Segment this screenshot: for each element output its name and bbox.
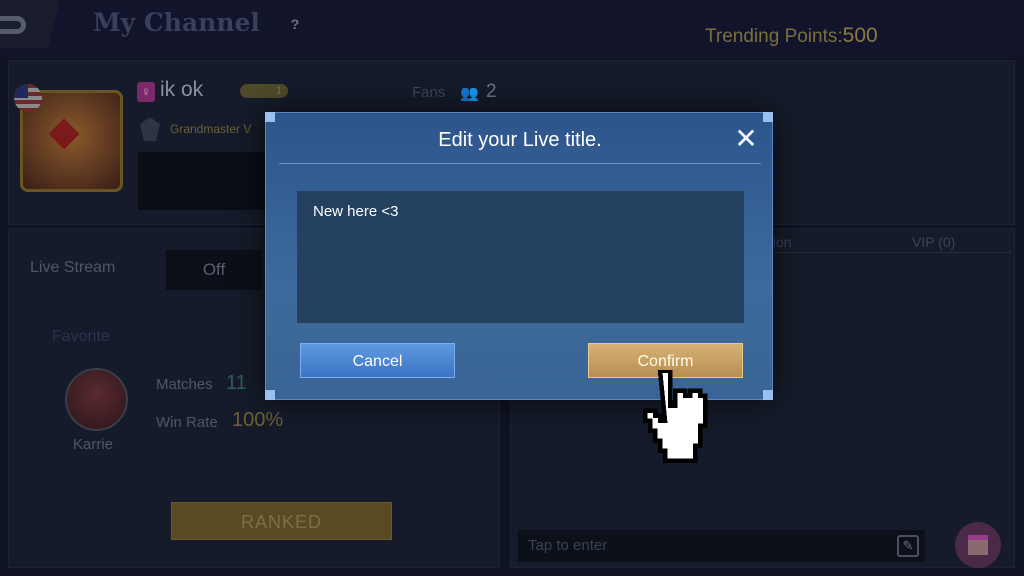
gift-icon <box>968 535 988 555</box>
live-title-input[interactable]: New here <3 <box>297 191 744 323</box>
edit-title-dialog: Edit your Live title. ✕ New here <3 Canc… <box>265 112 773 400</box>
live-stream-label: Live Stream <box>30 259 116 276</box>
dialog-divider <box>279 163 761 164</box>
favorite-label: Favorite <box>52 328 110 345</box>
tab-vip[interactable]: VIP (0) <box>912 234 955 250</box>
trending-value: 500 <box>842 24 878 47</box>
dialog-title: Edit your Live title. <box>438 129 602 151</box>
ranked-button[interactable]: RANKED <box>171 502 392 540</box>
fans-icon: 👥 <box>460 85 479 102</box>
cancel-button[interactable]: Cancel <box>300 343 455 378</box>
trending-label: Trending Points: <box>705 26 843 47</box>
hero-avatar[interactable] <box>65 368 128 431</box>
edit-icon[interactable]: ✎ <box>897 535 919 557</box>
gift-button[interactable] <box>955 522 1001 568</box>
trending-points: Trending Points:500 <box>705 24 878 48</box>
back-icon <box>0 16 26 34</box>
hand-cursor-icon <box>642 370 708 463</box>
fans-label: Fans <box>412 84 446 101</box>
dialog-corner <box>265 390 275 400</box>
close-icon[interactable]: ✕ <box>732 125 760 153</box>
hero-name: Karrie <box>73 436 114 453</box>
live-stream-toggle[interactable]: Off <box>166 250 262 290</box>
fans-count: 2 <box>486 81 497 102</box>
chat-input[interactable]: Tap to enter <box>518 530 925 562</box>
matches-value: 11 <box>226 372 247 394</box>
page-title: My Channel <box>93 8 260 37</box>
win-rate-value: 100% <box>232 409 284 431</box>
dialog-corner <box>763 112 773 122</box>
heart-icon <box>48 118 80 150</box>
level-badge: 1 <box>240 84 288 98</box>
rank-label: Grandmaster V <box>170 122 252 136</box>
dialog-corner <box>265 112 275 122</box>
dialog-corner <box>763 390 773 400</box>
player-name: ik ok <box>160 78 204 101</box>
matches-label: Matches <box>156 376 213 393</box>
help-icon[interactable]: ? <box>285 14 305 34</box>
win-rate-label: Win Rate <box>156 414 218 431</box>
flag-icon <box>14 84 42 112</box>
female-icon: ♀ <box>137 82 155 102</box>
profile-box <box>138 152 266 210</box>
